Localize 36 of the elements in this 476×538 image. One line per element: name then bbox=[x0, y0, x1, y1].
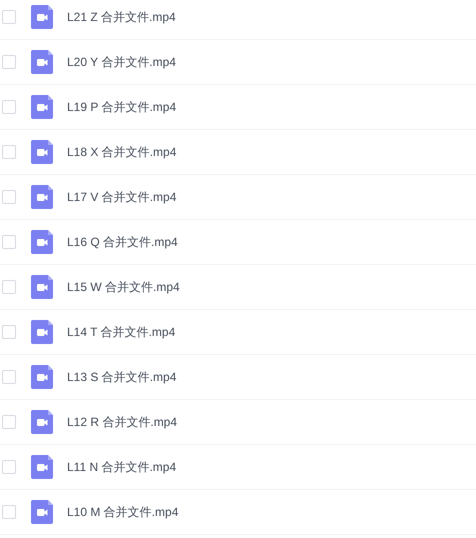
checkbox[interactable] bbox=[2, 415, 16, 429]
file-name[interactable]: L15 W 合并文件.mp4 bbox=[67, 278, 180, 296]
video-file-icon bbox=[31, 455, 53, 479]
file-name[interactable]: L17 V 合并文件.mp4 bbox=[67, 188, 176, 206]
checkbox[interactable] bbox=[2, 235, 16, 249]
video-file-icon bbox=[31, 230, 53, 254]
checkbox[interactable] bbox=[2, 10, 16, 24]
video-file-icon bbox=[31, 140, 53, 164]
file-name[interactable]: L20 Y 合并文件.mp4 bbox=[67, 53, 176, 71]
checkbox[interactable] bbox=[2, 280, 16, 294]
video-file-icon bbox=[31, 410, 53, 434]
checkbox[interactable] bbox=[2, 100, 16, 114]
video-file-icon bbox=[31, 500, 53, 524]
file-name[interactable]: L19 P 合并文件.mp4 bbox=[67, 98, 176, 116]
checkbox[interactable] bbox=[2, 145, 16, 159]
checkbox[interactable] bbox=[2, 325, 16, 339]
file-name[interactable]: L14 T 合并文件.mp4 bbox=[67, 323, 176, 341]
video-file-icon bbox=[31, 50, 53, 74]
checkbox[interactable] bbox=[2, 190, 16, 204]
file-name[interactable]: L18 X 合并文件.mp4 bbox=[67, 143, 176, 161]
checkbox[interactable] bbox=[2, 505, 16, 519]
file-name[interactable]: L16 Q 合并文件.mp4 bbox=[67, 233, 178, 251]
checkbox[interactable] bbox=[2, 460, 16, 474]
video-file-icon bbox=[31, 275, 53, 299]
file-name[interactable]: L21 Z 合并文件.mp4 bbox=[67, 8, 176, 26]
video-file-icon bbox=[31, 5, 53, 29]
file-name[interactable]: L13 S 合并文件.mp4 bbox=[67, 368, 176, 386]
video-file-icon bbox=[31, 365, 53, 389]
file-name[interactable]: L12 R 合并文件.mp4 bbox=[67, 413, 178, 431]
video-file-icon bbox=[31, 95, 53, 119]
video-file-icon bbox=[31, 320, 53, 344]
file-name[interactable]: L11 N 合并文件.mp4 bbox=[67, 458, 176, 476]
file-name[interactable]: L10 M 合并文件.mp4 bbox=[67, 503, 178, 521]
video-file-icon bbox=[31, 185, 53, 209]
checkbox[interactable] bbox=[2, 370, 16, 384]
checkbox[interactable] bbox=[2, 55, 16, 69]
